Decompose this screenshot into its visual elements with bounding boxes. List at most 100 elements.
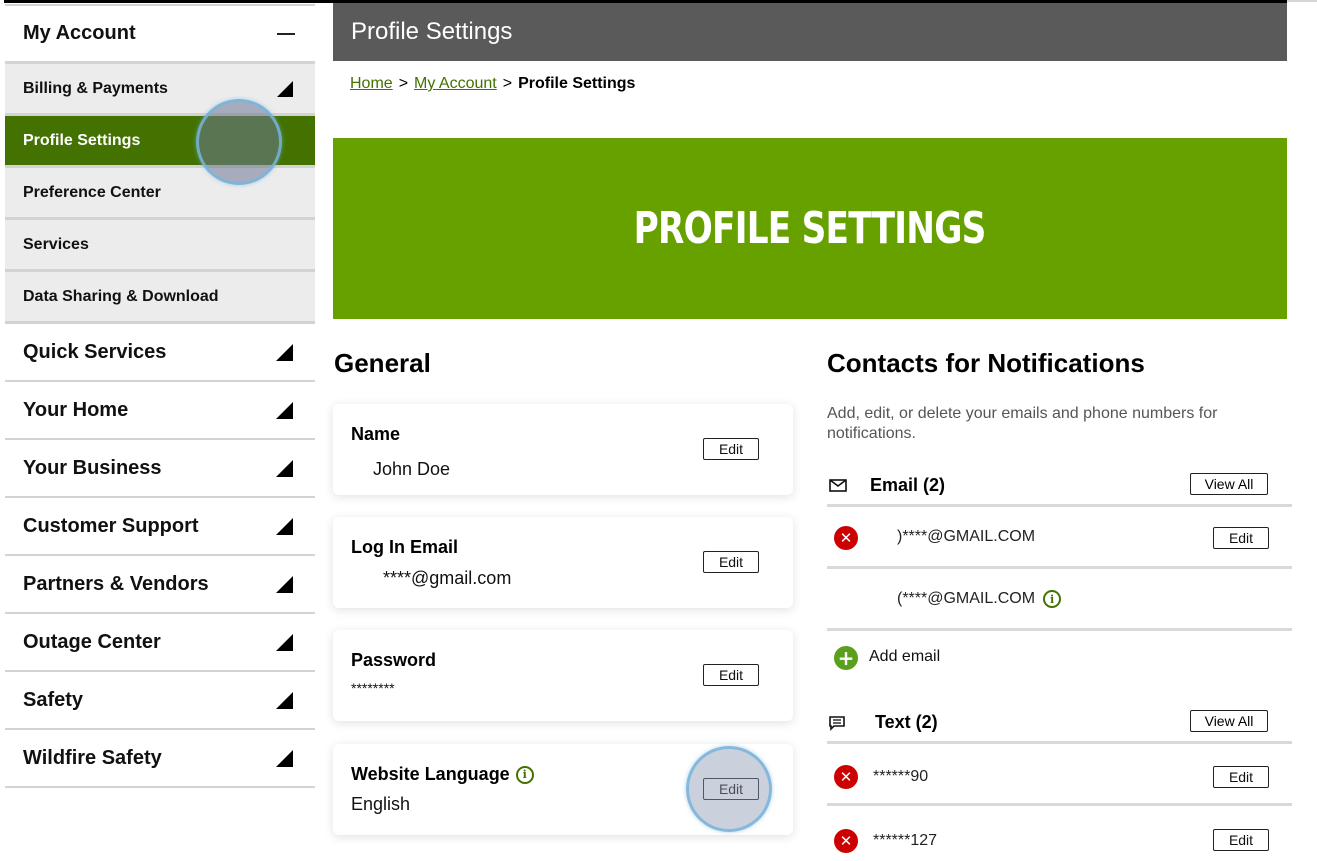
sidebar-item-label: Customer Support: [23, 514, 199, 537]
text-group-label: Text (2): [875, 712, 938, 732]
sidebar-item-label: Partners & Vendors: [23, 572, 209, 595]
edit-login-email-button[interactable]: Edit: [703, 551, 759, 573]
sidebar-item-label: Outage Center: [23, 630, 161, 653]
delete-x-icon[interactable]: ✕: [834, 829, 858, 853]
card-label-text: Log In Email: [351, 537, 459, 557]
contacts-description: Add, edit, or delete your emails and pho…: [827, 405, 1218, 442]
email-value-text: (****@GMAIL.COM: [897, 590, 1036, 607]
name-value: John Doe: [373, 459, 451, 479]
add-plus-icon: +: [834, 646, 858, 670]
info-icon[interactable]: i: [1043, 590, 1062, 608]
edit-phone-button[interactable]: Edit: [1213, 766, 1269, 788]
sidebar-item-billing-payments[interactable]: Billing & Payments: [5, 64, 315, 116]
sidebar-section-label: My Account: [23, 22, 136, 44]
breadcrumb-current: Profile Settings: [518, 75, 636, 92]
website-language-value: English: [351, 794, 411, 814]
email-value: )****@GMAIL.COM: [897, 528, 1035, 546]
expand-triangle-icon: [276, 691, 293, 709]
breadcrumb-separator: >: [398, 75, 409, 92]
sidebar-item-label: Your Home: [23, 398, 129, 421]
card-label: Log In Email: [351, 537, 458, 558]
top-border-light: [1287, 0, 1317, 2]
card-label: Password: [351, 650, 436, 671]
page-header-title: Profile Settings: [351, 18, 513, 45]
sidebar-item-your-business[interactable]: Your Business: [5, 440, 315, 498]
sidebar-item-label: Quick Services: [23, 340, 167, 363]
sidebar-item-partners-vendors[interactable]: Partners & Vendors: [5, 556, 315, 614]
text-group-header: Text (2) View All: [827, 704, 1292, 744]
expand-triangle-icon: [276, 401, 293, 419]
banner-title: PROFILE SETTINGS: [634, 203, 987, 254]
delete-x-icon[interactable]: ✕: [834, 765, 858, 789]
sidebar-item-label: Your Business: [23, 456, 162, 479]
card-label: Name: [351, 424, 400, 445]
breadcrumb-my-account-link[interactable]: My Account: [414, 75, 497, 92]
email-value-text: )****@GMAIL.COM: [897, 528, 1036, 545]
add-email-button[interactable]: + Add email: [827, 632, 1292, 682]
website-language-card: Website Language i English Edit: [333, 744, 793, 835]
add-email-label: Add email: [869, 648, 941, 665]
email-group-label: Email (2): [870, 475, 946, 495]
breadcrumb: Home > My Account > Profile Settings: [350, 75, 635, 93]
text-contact-row: ✕ ******127 Edit: [827, 807, 1292, 861]
expand-triangle-icon: [277, 80, 293, 97]
contacts-section-title: Contacts for Notifications: [827, 348, 1145, 378]
edit-phone-button[interactable]: Edit: [1213, 829, 1269, 851]
email-contact-row: (****@GMAIL.COM i: [827, 569, 1292, 631]
general-section-title: General: [334, 348, 431, 378]
card-label: Website Language i: [351, 764, 534, 785]
sidebar-item-wildfire-safety[interactable]: Wildfire Safety: [5, 730, 315, 788]
sidebar-item-data-sharing-download[interactable]: Data Sharing & Download: [5, 272, 315, 324]
minus-icon[interactable]: [277, 32, 295, 35]
sidebar-item-label: Services: [23, 235, 89, 253]
chat-icon: [829, 716, 845, 736]
sidebar-item-label: Safety: [23, 688, 84, 711]
phone-value-text: ******90: [873, 768, 929, 785]
phone-value: ******90: [873, 768, 928, 786]
password-card: Password ******** Edit: [333, 630, 793, 721]
expand-triangle-icon: [276, 459, 293, 477]
expand-triangle-icon: [276, 575, 293, 593]
password-value: ********: [351, 680, 395, 696]
sidebar-item-your-home[interactable]: Your Home: [5, 382, 315, 440]
sidebar-nav: My Account Billing & Payments Profile Se…: [5, 4, 315, 788]
breadcrumb-home-link[interactable]: Home: [350, 75, 393, 92]
sidebar-item-preference-center[interactable]: Preference Center: [5, 168, 315, 220]
hero-banner: PROFILE SETTINGS: [333, 138, 1287, 319]
card-label-text: Name: [351, 424, 401, 444]
login-email-card: Log In Email ****@gmail.com Edit: [333, 517, 793, 608]
card-label-text: Website Language: [351, 764, 510, 784]
edit-name-button[interactable]: Edit: [703, 438, 759, 460]
name-card: Name John Doe Edit: [333, 404, 793, 495]
email-value: (****@GMAIL.COM i: [897, 590, 1062, 608]
expand-triangle-icon: [276, 517, 293, 535]
sidebar-item-label: Billing & Payments: [23, 79, 168, 97]
sidebar-item-profile-settings[interactable]: Profile Settings: [5, 116, 315, 168]
view-all-texts-button[interactable]: View All: [1190, 710, 1268, 732]
sidebar-item-label: Data Sharing & Download: [23, 287, 219, 305]
sidebar-item-label: Preference Center: [23, 183, 161, 201]
info-icon[interactable]: i: [515, 765, 534, 784]
view-all-emails-button[interactable]: View All: [1190, 473, 1268, 495]
sidebar-item-services[interactable]: Services: [5, 220, 315, 272]
card-label-text: Password: [351, 650, 437, 670]
breadcrumb-separator: >: [502, 75, 513, 92]
edit-website-language-button[interactable]: Edit: [703, 778, 759, 800]
top-border: [0, 0, 1317, 3]
envelope-icon: [829, 479, 847, 497]
sidebar-item-quick-services[interactable]: Quick Services: [5, 324, 315, 382]
edit-password-button[interactable]: Edit: [703, 664, 759, 686]
phone-value-text: ******127: [873, 832, 938, 849]
delete-x-icon[interactable]: ✕: [834, 526, 858, 550]
sidebar-item-customer-support[interactable]: Customer Support: [5, 498, 315, 556]
email-group-header: Email (2) View All: [827, 467, 1292, 507]
sidebar-item-label: Profile Settings: [23, 131, 141, 149]
sidebar-item-safety[interactable]: Safety: [5, 672, 315, 730]
sidebar-item-label: Wildfire Safety: [23, 746, 162, 769]
email-contact-row: ✕ )****@GMAIL.COM Edit: [827, 507, 1292, 569]
sidebar-section-my-account[interactable]: My Account: [5, 6, 315, 64]
sidebar-item-outage-center[interactable]: Outage Center: [5, 614, 315, 672]
expand-triangle-icon: [276, 343, 293, 361]
edit-email-button[interactable]: Edit: [1213, 527, 1269, 549]
expand-triangle-icon: [276, 749, 293, 767]
